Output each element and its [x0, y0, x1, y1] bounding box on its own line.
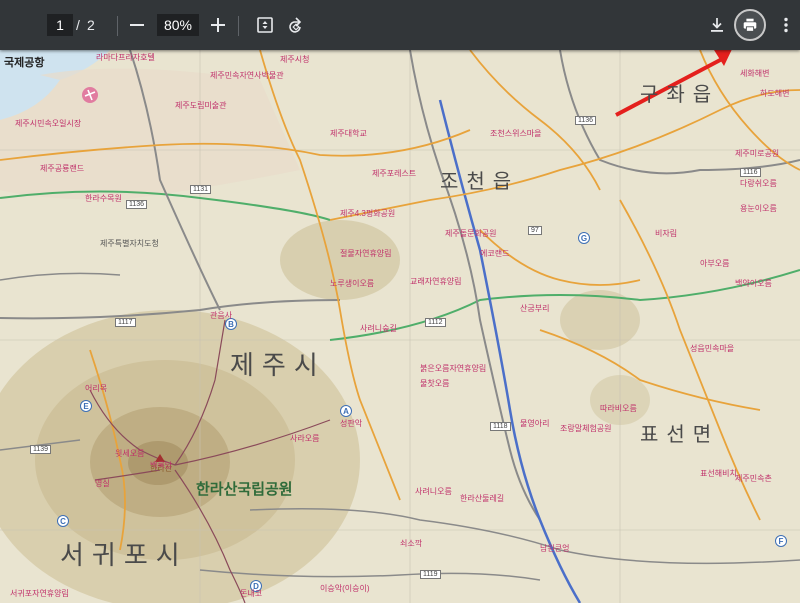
print-icon: [743, 18, 757, 32]
map-poi-label: 한라수목원: [85, 194, 122, 203]
road-number: 97: [528, 226, 542, 235]
road-number: 1117: [115, 318, 136, 327]
region-label-gujwa-eup: 구좌읍: [640, 84, 720, 106]
region-label-jocheon-eup: 조천읍: [440, 171, 520, 193]
road-number: 1139: [30, 445, 52, 454]
map-poi-label: 따라비오름: [600, 404, 637, 413]
hallasan-national-park-label: 한라산국립공원: [196, 481, 293, 498]
map-poi-label: 노루생이오름: [330, 279, 375, 288]
trail-marker-a: A: [340, 405, 352, 417]
map-poi-label: 어리목: [85, 384, 108, 393]
map-poi-label: 성판악: [340, 419, 363, 428]
road-number: 1119: [420, 570, 441, 579]
road-number: 1116: [740, 168, 761, 177]
map-poi-label: 물영아리: [520, 419, 550, 428]
road-number: 1136: [575, 116, 597, 125]
zoom-level-input[interactable]: 80%: [157, 14, 199, 36]
map-poi-label: 아부오름: [700, 259, 730, 268]
page-separator: /: [76, 17, 80, 33]
map-poi-label: 조천스위스마을: [490, 129, 542, 138]
map-document-page: 제주시 서귀포시 조천읍 구좌읍 표선면 한라산국립공원 국제공항 한라산 제주…: [0, 50, 800, 603]
trail-marker-e: E: [80, 400, 92, 412]
map-poi-label: 관음사: [210, 311, 233, 320]
map-poi-label: 에코랜드: [480, 249, 510, 258]
map-poi-label: 붉은오름자연휴양림: [420, 364, 487, 373]
page-number-input[interactable]: 1: [47, 14, 73, 36]
road-number: 1136: [126, 200, 148, 209]
road-number: 1118: [490, 422, 511, 431]
trail-marker-g: G: [578, 232, 590, 244]
map-poi-label: 사려니오름: [415, 487, 452, 496]
map-poi-label: 제주대학교: [330, 129, 367, 138]
map-poi-label: 제주시민속오일시장: [15, 119, 82, 128]
trail-marker-c: C: [57, 515, 69, 527]
map-poi-label: 영실: [95, 479, 110, 488]
zoom-in-button[interactable]: [203, 10, 233, 40]
map-poi-label: 제주돌문화공원: [445, 229, 497, 238]
map-poi-label: 제주시청: [280, 55, 310, 64]
map-poi-label: 제주민속촌: [735, 474, 772, 483]
map-poi-label: 쇠소깍: [400, 539, 423, 548]
more-vert-icon: [784, 17, 788, 33]
map-poi-label: 한라산둘레길: [460, 494, 505, 503]
provincial-office-label: 제주특별자치도청: [100, 239, 159, 248]
map-poi-label: 제주미로공원: [735, 149, 780, 158]
toolbar-divider: [117, 16, 118, 36]
fit-page-icon: [257, 17, 273, 33]
pdf-toolbar: 1 / 2 80%: [0, 0, 800, 50]
map-poi-label: 윗세오름: [115, 449, 145, 458]
map-poi-label: 다랑쉬오름: [740, 179, 777, 188]
download-button[interactable]: [702, 10, 732, 40]
map-poi-label: 제주공룡랜드: [40, 164, 85, 173]
map-poi-label: 이승악(이승이): [320, 584, 370, 593]
zoom-out-button[interactable]: [122, 10, 152, 40]
region-label-seogwipo-si: 서귀포시: [60, 541, 188, 570]
map-poi-label: 하도해변: [760, 89, 790, 98]
map-poi-label: 남원큰엉: [540, 544, 570, 553]
map-poi-label: 제주도립미술관: [175, 101, 227, 110]
map-poi-label: 비자림: [655, 229, 678, 238]
map-poi-label: 절물자연휴양림: [340, 249, 392, 258]
map-poi-label: 제주포레스트: [372, 169, 417, 178]
download-icon: [711, 18, 723, 32]
toolbar-divider: [238, 16, 239, 36]
fit-to-page-button[interactable]: [250, 10, 280, 40]
map-poi-label: 산굼부리: [520, 304, 550, 313]
trail-marker-f: F: [775, 535, 787, 547]
map-poi-label: 표선해비치: [700, 469, 737, 478]
map-poi-label: 성읍민속마을: [690, 344, 735, 353]
map-poi-label: 교래자연휴양림: [410, 277, 462, 286]
airport-label: 국제공항: [4, 57, 45, 69]
map-poi-label: 라마다프라자호텔: [96, 53, 155, 62]
map-poi-label: 백약이오름: [735, 279, 772, 288]
plus-icon: [211, 18, 225, 32]
map-poi-label: 백록담: [150, 461, 173, 470]
map-poi-label: 제주4.3평화공원: [340, 209, 396, 218]
map-poi-label: 사라오름: [290, 434, 320, 443]
map-poi-label: 돈내코: [240, 589, 263, 598]
region-label-pyoseon-myeon: 표선면: [640, 424, 720, 446]
map-poi-label: 서귀포자연휴양림: [10, 589, 69, 598]
map-poi-label: 용눈이오름: [740, 204, 777, 213]
more-options-button[interactable]: [771, 10, 800, 40]
rotate-button[interactable]: [281, 10, 311, 40]
map-poi-label: 제주민속자연사박물관: [210, 71, 284, 80]
rotate-icon: [289, 17, 302, 33]
total-pages: 2: [87, 17, 95, 33]
minus-icon: [130, 24, 144, 26]
map-poi-label: 사려니숲길: [360, 324, 397, 333]
road-number: 1131: [190, 185, 212, 194]
map-poi-label: 물찻오름: [420, 379, 450, 388]
print-button[interactable]: [734, 9, 766, 41]
map-poi-label: 세화해변: [740, 69, 770, 78]
road-number: 1112: [425, 318, 446, 327]
map-poi-label: 조랑말체험공원: [560, 424, 612, 433]
region-label-jeju-si: 제주시: [230, 351, 326, 380]
